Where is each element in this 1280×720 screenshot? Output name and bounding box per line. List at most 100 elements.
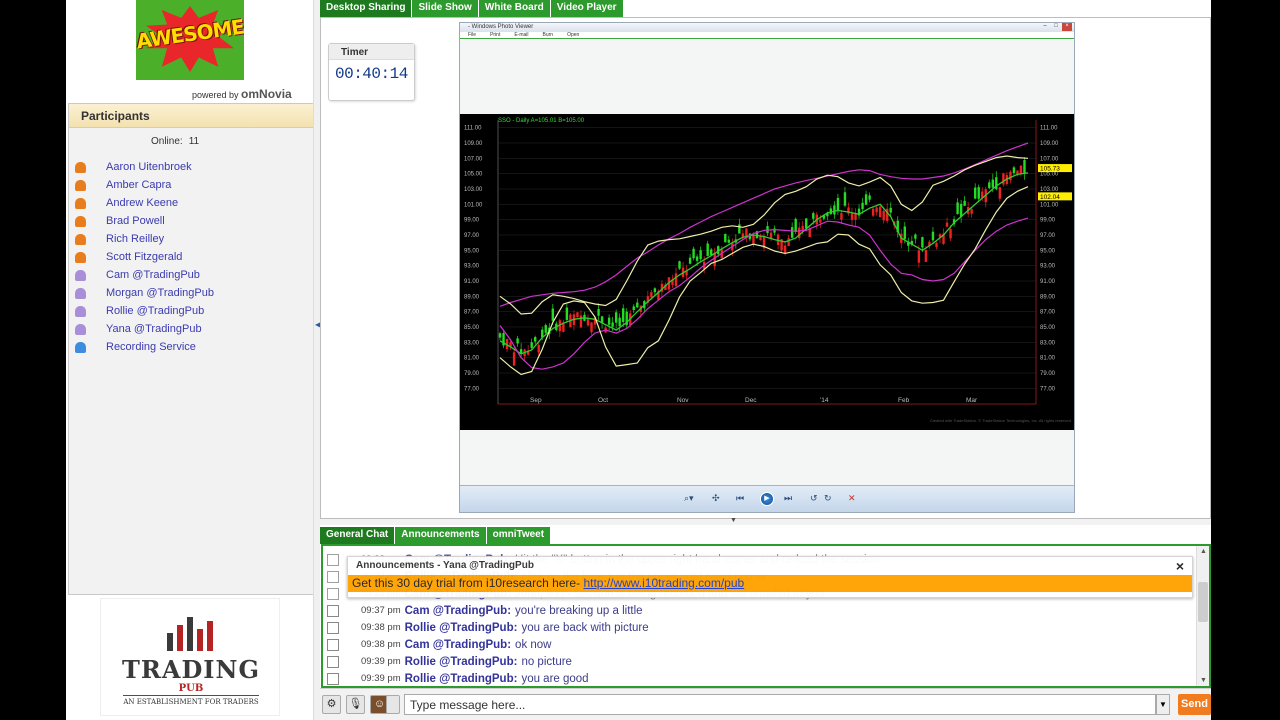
menu-file[interactable]: File	[468, 32, 476, 38]
participant-name: Rich Reilley	[106, 233, 165, 245]
candle-body	[833, 205, 836, 215]
awesome-logo: AWESOME!	[136, 0, 244, 80]
candle-body	[974, 187, 977, 199]
menu-email[interactable]: E-mail	[514, 32, 528, 38]
checkbox-icon[interactable]	[386, 695, 400, 714]
message-input[interactable]: Type message here...	[404, 694, 1156, 715]
participant-name: Yana @TradingPub	[106, 323, 202, 335]
participant-item[interactable]: Recording Service	[75, 338, 214, 356]
message-checkbox[interactable]	[327, 655, 339, 668]
message-text: you are good	[521, 672, 589, 685]
candle-body	[917, 250, 921, 263]
participant-item[interactable]: Cam @TradingPub	[75, 266, 214, 284]
candle-body	[699, 250, 702, 260]
y-tick-right: 95.00	[1040, 248, 1056, 254]
user-icon	[75, 287, 86, 299]
horizontal-splitter[interactable]: ▼	[320, 517, 1211, 525]
y-tick-right: 81.00	[1040, 356, 1056, 362]
previous-icon[interactable]: ⏮	[736, 493, 744, 504]
message-checkbox[interactable]	[327, 604, 339, 617]
zoom-icon[interactable]: ⌕▾	[684, 493, 694, 504]
message-checkbox[interactable]	[327, 553, 339, 566]
slideshow-button[interactable]: ▶	[760, 492, 774, 506]
tab-slide-show[interactable]: Slide Show	[412, 0, 478, 17]
candle-body	[695, 256, 699, 261]
y-tick-right: 111.00	[1040, 126, 1058, 132]
series-line	[499, 142, 1029, 307]
candle-body	[836, 197, 840, 211]
participant-item[interactable]: Andrew Keene	[75, 194, 214, 212]
candle-body	[963, 200, 966, 206]
stock-chart: SSO - Daily A=105.01 B=105.00 111.00 111.…	[460, 114, 1074, 430]
tab-white-board[interactable]: White Board	[478, 0, 550, 17]
y-tick-left: 109.00	[464, 141, 483, 147]
candle-body	[988, 182, 991, 189]
chevron-down-icon[interactable]: ▼	[1156, 694, 1170, 715]
candle-body	[812, 213, 815, 219]
candle-body	[614, 312, 618, 323]
scroll-thumb[interactable]	[1198, 582, 1208, 622]
price-tag-label: 105.73	[1040, 166, 1060, 173]
tab-desktop-sharing[interactable]: Desktop Sharing	[320, 0, 412, 17]
candle-body	[769, 232, 773, 239]
tab-omnitweet[interactable]: omniTweet	[486, 527, 551, 544]
desktop-sharing-stage: Timer 00:40:14 - Windows Photo Viewer – …	[320, 17, 1211, 519]
candle-body	[945, 222, 949, 227]
candle-body	[597, 309, 600, 316]
delete-icon[interactable]: ✕	[848, 493, 856, 504]
y-axis: 111.00 111.00 109.00 109.00 107.00 107.00 105.…	[464, 126, 1059, 393]
gear-icon[interactable]: ⚙	[322, 695, 341, 714]
minimize-icon[interactable]: –	[1040, 23, 1050, 31]
close-icon[interactable]: ×	[1176, 558, 1184, 574]
message-checkbox[interactable]	[327, 621, 339, 634]
omnovia-brand: omNovia	[241, 87, 292, 101]
menu-print[interactable]: Print	[490, 32, 500, 38]
menu-burn[interactable]: Burn	[543, 32, 554, 38]
candle-body	[678, 261, 681, 269]
participant-item[interactable]: Rich Reilley	[75, 230, 214, 248]
user-icon	[75, 269, 86, 281]
message-checkbox[interactable]	[327, 570, 339, 583]
x-tick: Oct	[598, 397, 608, 404]
microphone-icon[interactable]: 🎙	[346, 695, 365, 714]
send-button[interactable]: Send	[1178, 694, 1211, 715]
tab-video-player[interactable]: Video Player	[550, 0, 623, 17]
participant-item[interactable]: Scott Fitzgerald	[75, 248, 214, 266]
announcement-link[interactable]: http://www.i10trading.com/pub	[583, 576, 744, 590]
participant-item[interactable]: Yana @TradingPub	[75, 320, 214, 338]
candle-body	[590, 322, 593, 333]
viewer-controls: ⌕▾ ✣ ⏮ ▶ ⏭ ↺ ↻ ✕	[460, 485, 1074, 512]
candle-body	[586, 319, 590, 326]
y-tick-left: 79.00	[464, 371, 480, 377]
participant-item[interactable]: Brad Powell	[75, 212, 214, 230]
candle-body	[871, 208, 875, 216]
candle-body	[710, 249, 713, 256]
tab-general-chat[interactable]: General Chat	[320, 527, 395, 544]
y-tick-right: 93.00	[1040, 264, 1056, 270]
message-checkbox[interactable]	[327, 672, 339, 685]
message-checkbox[interactable]	[327, 587, 339, 600]
scroll-down-icon: ▼	[1200, 677, 1207, 684]
online-count: Online: 11	[151, 136, 200, 147]
candle-body	[959, 203, 963, 217]
close-icon[interactable]: ×	[1062, 23, 1072, 31]
message-checkbox[interactable]	[327, 638, 339, 651]
fit-icon[interactable]: ✣	[712, 493, 720, 504]
menu-open[interactable]: Open	[567, 32, 579, 38]
participant-item[interactable]: Aaron Uitenbroek	[75, 158, 214, 176]
y-tick-right: 85.00	[1040, 325, 1056, 331]
chat-scrollbar[interactable]: ▲ ▼	[1196, 546, 1209, 686]
participant-item[interactable]: Morgan @TradingPub	[75, 284, 214, 302]
next-icon[interactable]: ⏭	[784, 493, 792, 504]
rotate-left-icon[interactable]: ↺	[810, 493, 818, 504]
vertical-splitter[interactable]: ◀	[313, 0, 321, 720]
participant-item[interactable]: Rollie @TradingPub	[75, 302, 214, 320]
maximize-icon[interactable]: □	[1051, 23, 1061, 31]
candle-body	[977, 187, 980, 199]
rotate-right-icon[interactable]: ↻	[824, 493, 832, 504]
collapse-down-icon[interactable]: ▼	[730, 517, 737, 524]
x-tick: Dec	[745, 397, 757, 404]
participant-item[interactable]: Amber Capra	[75, 176, 214, 194]
message-text: you're breaking up a little	[515, 604, 643, 617]
tab-announcements[interactable]: Announcements	[395, 527, 486, 544]
